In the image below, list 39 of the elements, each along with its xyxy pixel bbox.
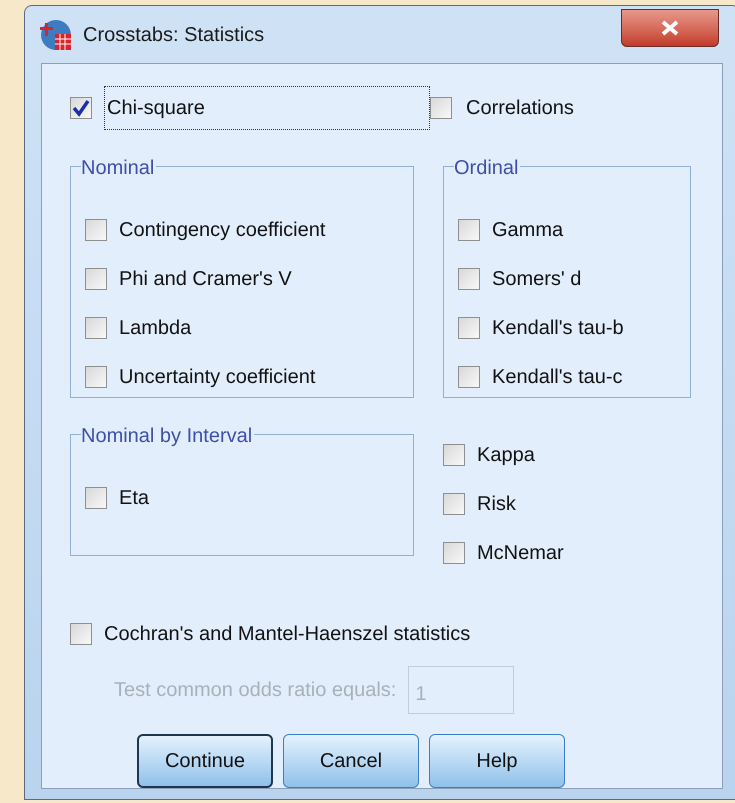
checkbox[interactable] xyxy=(458,316,480,338)
checkbox-label[interactable]: Kendall's tau-b xyxy=(492,312,624,342)
checkbox[interactable] xyxy=(443,444,465,466)
odds-ratio-label: Test common odds ratio equals: xyxy=(114,678,396,703)
dialog-button[interactable]: Continue xyxy=(137,734,273,788)
checkbox[interactable] xyxy=(443,542,465,564)
checkbox-label[interactable]: Lambda xyxy=(119,312,192,342)
checkbox[interactable] xyxy=(85,486,107,508)
checkbox-label[interactable]: Cochran's and Mantel-Haenszel statistics xyxy=(104,618,470,648)
checkbox[interactable] xyxy=(70,97,92,119)
checkbox-label[interactable]: Somers' d xyxy=(492,264,582,294)
checkbox-label[interactable]: Correlations xyxy=(464,87,576,129)
checkbox[interactable] xyxy=(85,268,107,290)
checkbox-label[interactable]: Eta xyxy=(119,482,150,512)
checkbox-label[interactable]: Risk xyxy=(477,488,516,518)
checkbox[interactable] xyxy=(458,366,480,388)
checkbox[interactable] xyxy=(430,97,452,119)
checkbox-label[interactable]: Contingency coefficient xyxy=(119,214,326,244)
checkbox[interactable] xyxy=(85,366,107,388)
window-title: Crosstabs: Statistics xyxy=(83,22,264,48)
dialog-button[interactable]: Cancel xyxy=(283,734,419,788)
close-button[interactable] xyxy=(621,8,719,46)
checkbox[interactable] xyxy=(458,218,480,240)
checkbox-label[interactable]: Kappa xyxy=(477,440,535,470)
checkbox[interactable] xyxy=(70,622,92,644)
checkbox[interactable] xyxy=(85,218,107,240)
checkbox-label[interactable]: Uncertainty coefficient xyxy=(119,362,316,392)
checkbox-label[interactable]: Gamma xyxy=(492,214,564,244)
checkbox[interactable] xyxy=(443,492,465,514)
checkbox-label[interactable]: Kendall's tau-c xyxy=(492,362,623,392)
checkbox-label[interactable]: Phi and Cramer's V xyxy=(119,264,292,294)
close-icon xyxy=(661,20,679,36)
dialog-button[interactable]: Help xyxy=(429,734,565,788)
crosstabs-icon xyxy=(39,18,73,52)
checkbox-label[interactable]: McNemar xyxy=(477,538,564,568)
checkbox[interactable] xyxy=(458,268,480,290)
checkmark-icon xyxy=(72,99,90,117)
checkbox-label[interactable]: Chi-square xyxy=(104,86,430,130)
checkbox[interactable] xyxy=(85,316,107,338)
